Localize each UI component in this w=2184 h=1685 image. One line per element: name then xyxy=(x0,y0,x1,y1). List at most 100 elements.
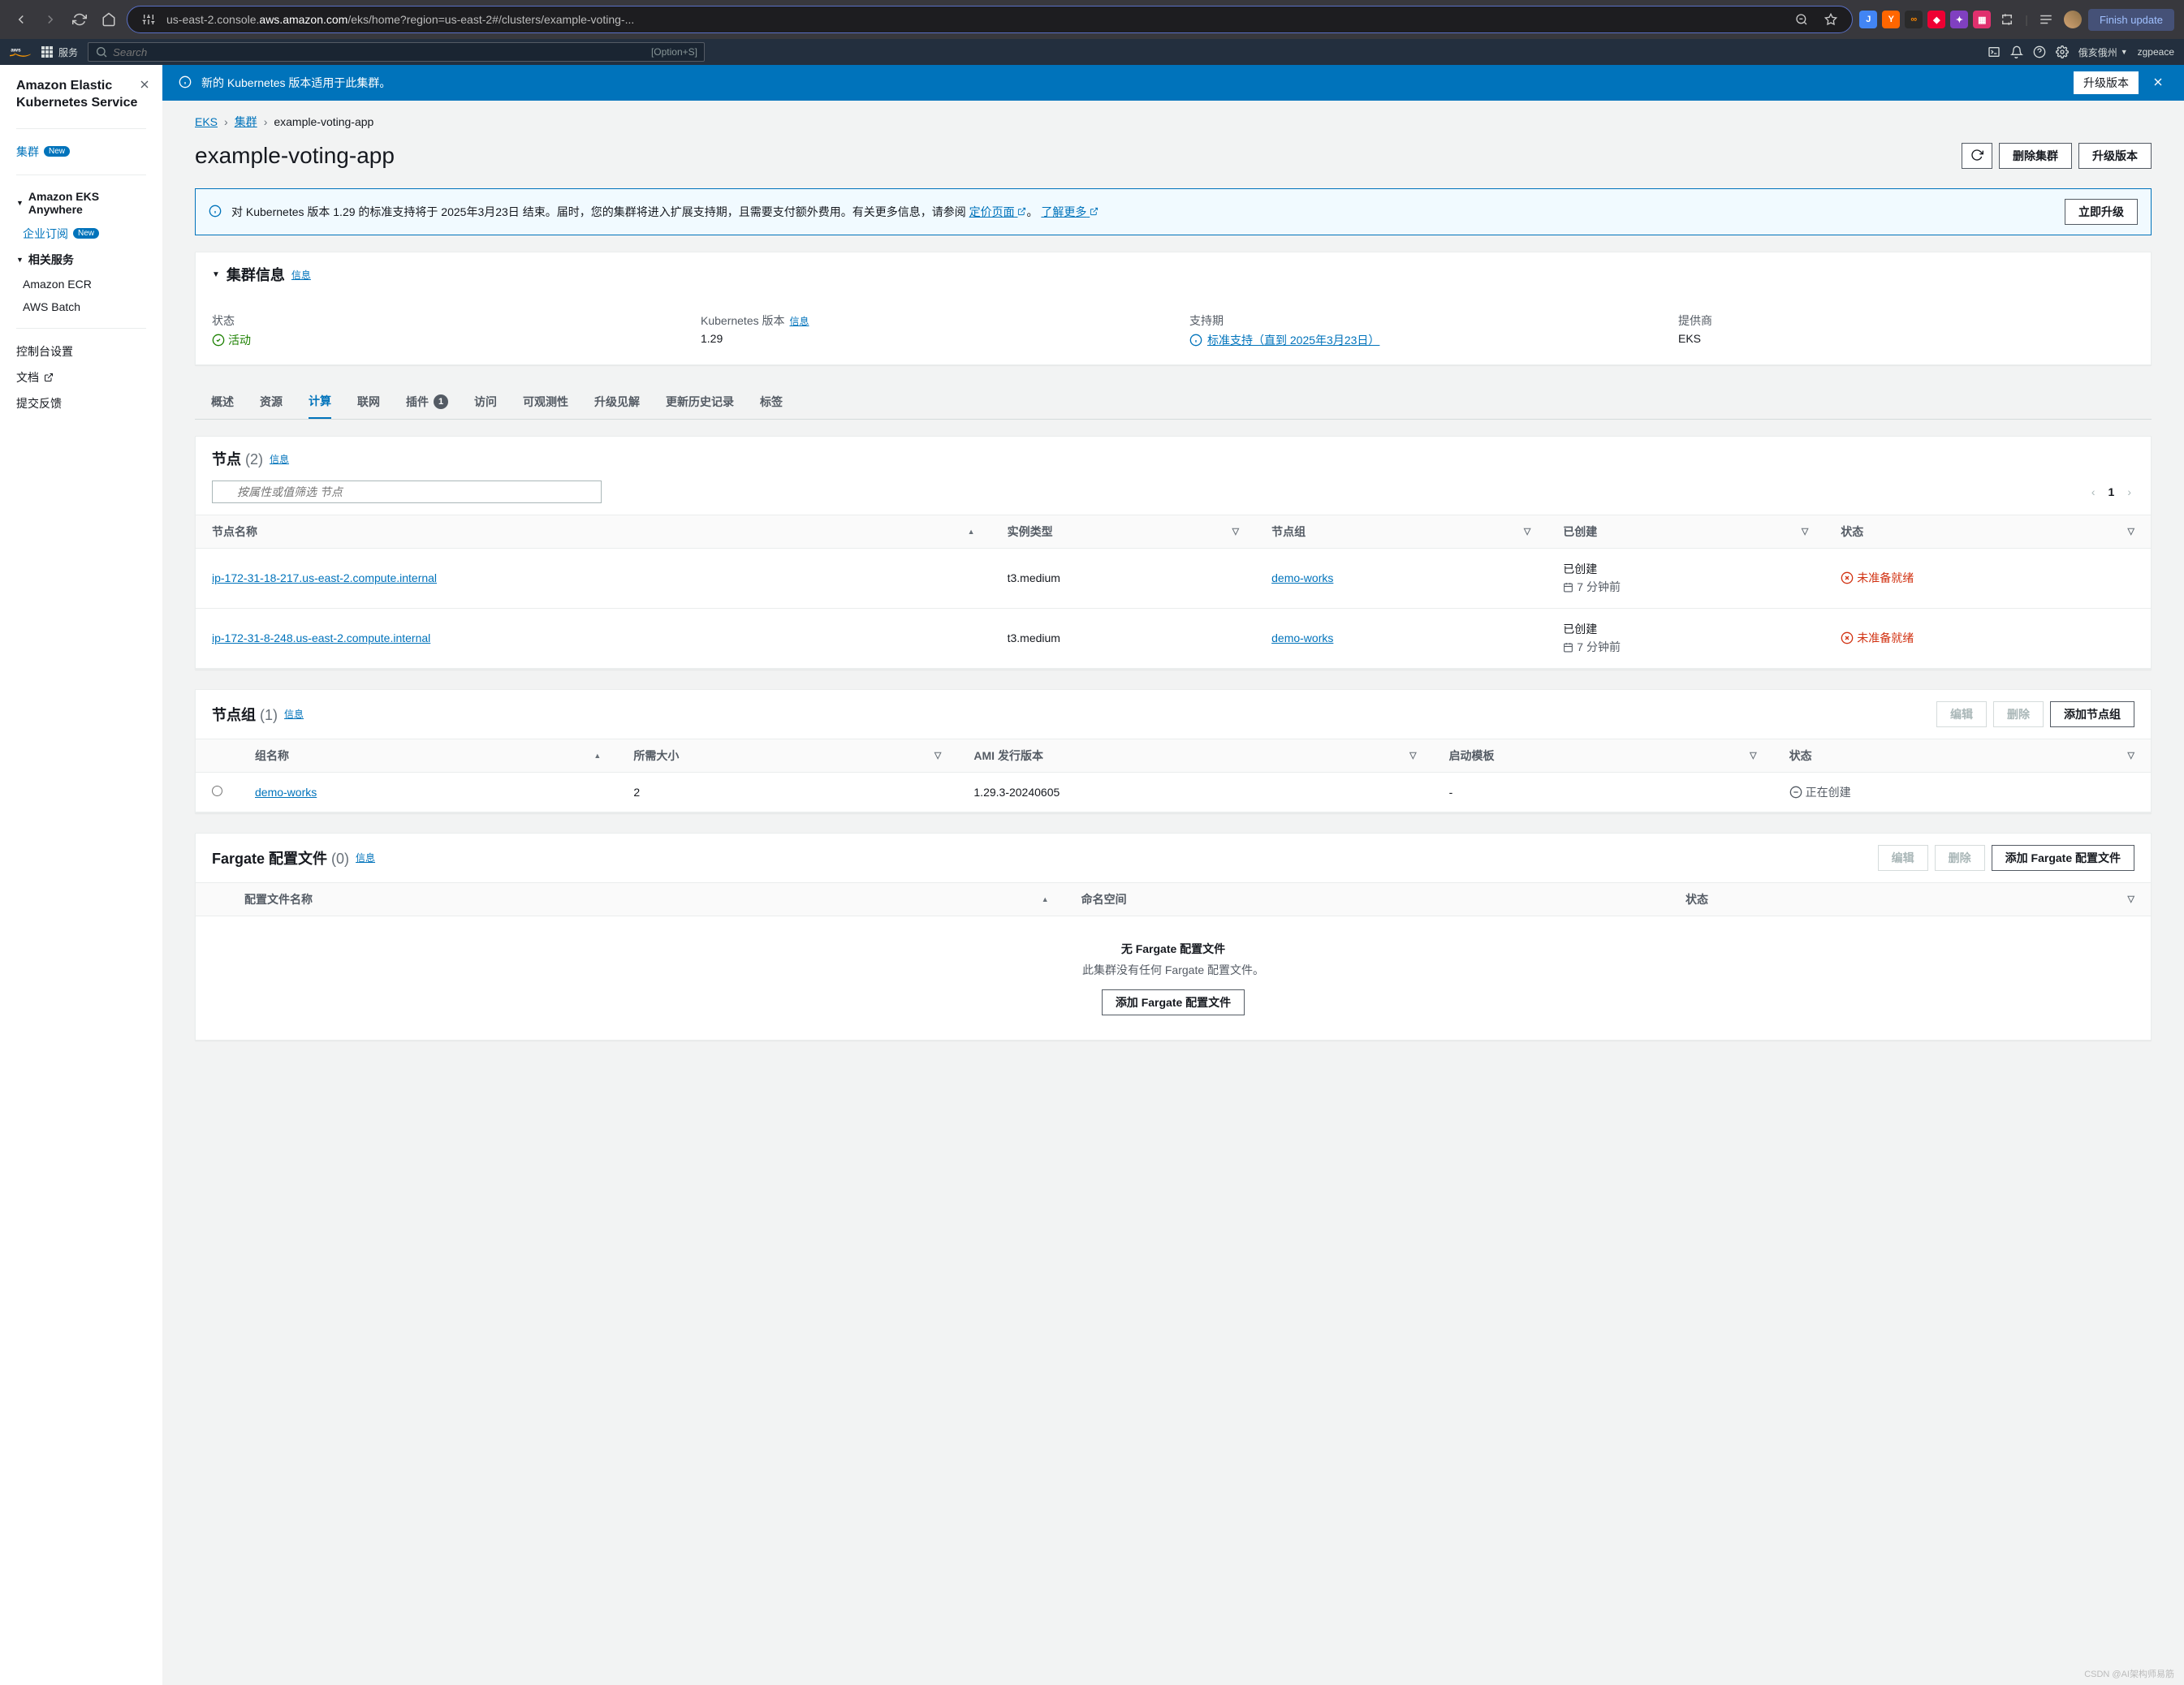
settings-icon[interactable] xyxy=(2056,45,2069,58)
filter-icon[interactable] xyxy=(2128,524,2134,537)
close-icon[interactable] xyxy=(2148,72,2168,94)
finish-update-button[interactable]: Finish update xyxy=(2088,9,2174,31)
aws-search-input[interactable] xyxy=(113,46,646,58)
sidebar-item-batch[interactable]: AWS Batch xyxy=(6,295,162,318)
ext-icon-6[interactable]: ▦ xyxy=(1973,11,1991,28)
tab-tags[interactable]: 标签 xyxy=(760,385,783,419)
node-link[interactable]: ip-172-31-18-217.us-east-2.compute.inter… xyxy=(212,571,437,584)
info-link[interactable]: 信息 xyxy=(356,851,375,864)
breadcrumb-eks[interactable]: EKS xyxy=(195,115,218,128)
filter-icon[interactable] xyxy=(934,748,941,761)
edit-nodegroup-button[interactable]: 编辑 xyxy=(1936,701,1987,727)
col-node-name[interactable]: 节点名称 xyxy=(196,515,991,549)
col-namespace[interactable]: 命名空间 xyxy=(1065,882,1669,916)
upgrade-version-button[interactable]: 升级版本 xyxy=(2078,143,2152,169)
tab-access[interactable]: 访问 xyxy=(474,385,497,419)
sort-icon[interactable] xyxy=(593,748,601,761)
col-profile-name[interactable]: 配置文件名称 xyxy=(228,882,1065,916)
cloudshell-icon[interactable] xyxy=(1988,45,2001,58)
banner-upgrade-button[interactable]: 升级版本 xyxy=(2074,71,2139,94)
col-launch-template[interactable]: 启动模板 xyxy=(1433,739,1773,772)
home-icon[interactable] xyxy=(97,8,120,31)
filter-icon[interactable] xyxy=(1409,748,1416,761)
sort-icon[interactable] xyxy=(1042,891,1049,904)
support-value[interactable]: 标准支持（直到 2025年3月23日） xyxy=(1189,332,1646,348)
col-instance-type[interactable]: 实例类型 xyxy=(991,515,1256,549)
close-icon[interactable] xyxy=(138,78,151,93)
ext-icon-4[interactable]: ◆ xyxy=(1927,11,1945,28)
filter-icon[interactable] xyxy=(1750,748,1756,761)
info-link[interactable]: 信息 xyxy=(270,452,289,466)
reload-icon[interactable] xyxy=(68,8,91,31)
next-page-button[interactable]: › xyxy=(2124,482,2134,502)
star-icon[interactable] xyxy=(1819,8,1842,31)
sidebar-item-enterprise[interactable]: 企业订阅 New xyxy=(6,221,162,247)
forward-icon[interactable] xyxy=(39,8,62,31)
ext-icon-3[interactable]: ∞ xyxy=(1905,11,1923,28)
delete-nodegroup-button[interactable]: 删除 xyxy=(1993,701,2044,727)
col-group-name[interactable]: 组名称 xyxy=(239,739,617,772)
sidebar-item-clusters[interactable]: 集群 New xyxy=(0,139,162,165)
sort-icon[interactable] xyxy=(968,524,975,537)
filter-icon[interactable] xyxy=(1524,524,1530,537)
avatar[interactable] xyxy=(2064,11,2082,28)
delete-cluster-button[interactable]: 删除集群 xyxy=(1999,143,2072,169)
sidebar-section-anywhere[interactable]: ▼ Amazon EKS Anywhere xyxy=(0,185,162,221)
breadcrumb-clusters[interactable]: 集群 xyxy=(235,114,257,130)
tab-overview[interactable]: 概述 xyxy=(211,385,234,419)
edit-fargate-button[interactable]: 编辑 xyxy=(1878,845,1928,871)
zoom-icon[interactable] xyxy=(1790,8,1813,31)
sidebar-item-feedback[interactable]: 提交反馈 xyxy=(0,390,162,416)
ext-icon-2[interactable]: Y xyxy=(1882,11,1900,28)
filter-icon[interactable] xyxy=(2128,748,2134,761)
aws-search[interactable]: [Option+S] xyxy=(88,42,705,62)
services-menu[interactable]: 服务 xyxy=(41,45,78,59)
row-radio[interactable] xyxy=(212,786,222,796)
info-link[interactable]: 信息 xyxy=(291,268,311,282)
list-icon[interactable] xyxy=(2035,8,2057,31)
col-created[interactable]: 已创建 xyxy=(1547,515,1824,549)
back-icon[interactable] xyxy=(10,8,32,31)
region-selector[interactable]: 俄亥俄州 ▼ xyxy=(2078,45,2128,59)
learn-more-link[interactable]: 了解更多 xyxy=(1041,205,1098,218)
tab-insights[interactable]: 升级见解 xyxy=(594,385,640,419)
add-fargate-button[interactable]: 添加 Fargate 配置文件 xyxy=(1992,845,2134,871)
tab-resources[interactable]: 资源 xyxy=(260,385,283,419)
tune-icon[interactable] xyxy=(137,8,160,31)
col-ami[interactable]: AMI 发行版本 xyxy=(957,739,1432,772)
add-nodegroup-button[interactable]: 添加节点组 xyxy=(2050,701,2134,727)
sidebar-item-docs[interactable]: 文档 xyxy=(0,364,162,390)
ext-icon-1[interactable]: J xyxy=(1859,11,1877,28)
help-icon[interactable] xyxy=(2033,45,2046,58)
tab-history[interactable]: 更新历史记录 xyxy=(666,385,734,419)
filter-icon[interactable] xyxy=(1802,524,1808,537)
col-status[interactable]: 状态 xyxy=(1669,882,2151,916)
chevron-down-icon[interactable]: ▼ xyxy=(212,270,220,279)
refresh-button[interactable] xyxy=(1962,143,1992,169)
nodegroup-link[interactable]: demo-works xyxy=(1271,631,1333,644)
nodes-filter-input[interactable] xyxy=(212,481,602,503)
pricing-link[interactable]: 定价页面 xyxy=(969,205,1027,218)
filter-icon[interactable] xyxy=(2128,891,2134,904)
prev-page-button[interactable]: ‹ xyxy=(2088,482,2099,502)
tab-networking[interactable]: 联网 xyxy=(357,385,380,419)
aws-logo[interactable]: aws xyxy=(10,45,31,58)
upgrade-now-button[interactable]: 立即升级 xyxy=(2065,199,2138,225)
delete-fargate-button[interactable]: 删除 xyxy=(1935,845,1985,871)
info-link[interactable]: 信息 xyxy=(284,707,304,721)
tab-observability[interactable]: 可观测性 xyxy=(523,385,568,419)
col-status[interactable]: 状态 xyxy=(1824,515,2151,549)
info-link[interactable]: 信息 xyxy=(790,314,809,328)
col-status[interactable]: 状态 xyxy=(1773,739,2151,772)
tab-compute[interactable]: 计算 xyxy=(309,385,331,419)
puzzle-icon[interactable] xyxy=(1996,8,2018,31)
sidebar-item-console-settings[interactable]: 控制台设置 xyxy=(0,338,162,364)
col-nodegroup[interactable]: 节点组 xyxy=(1255,515,1547,549)
nodegroup-link[interactable]: demo-works xyxy=(1271,571,1333,584)
add-fargate-empty-button[interactable]: 添加 Fargate 配置文件 xyxy=(1102,989,1245,1015)
col-desired-size[interactable]: 所需大小 xyxy=(617,739,957,772)
sidebar-item-ecr[interactable]: Amazon ECR xyxy=(6,273,162,295)
bell-icon[interactable] xyxy=(2010,45,2023,58)
ext-icon-5[interactable]: ✦ xyxy=(1950,11,1968,28)
node-link[interactable]: ip-172-31-8-248.us-east-2.compute.intern… xyxy=(212,631,430,644)
